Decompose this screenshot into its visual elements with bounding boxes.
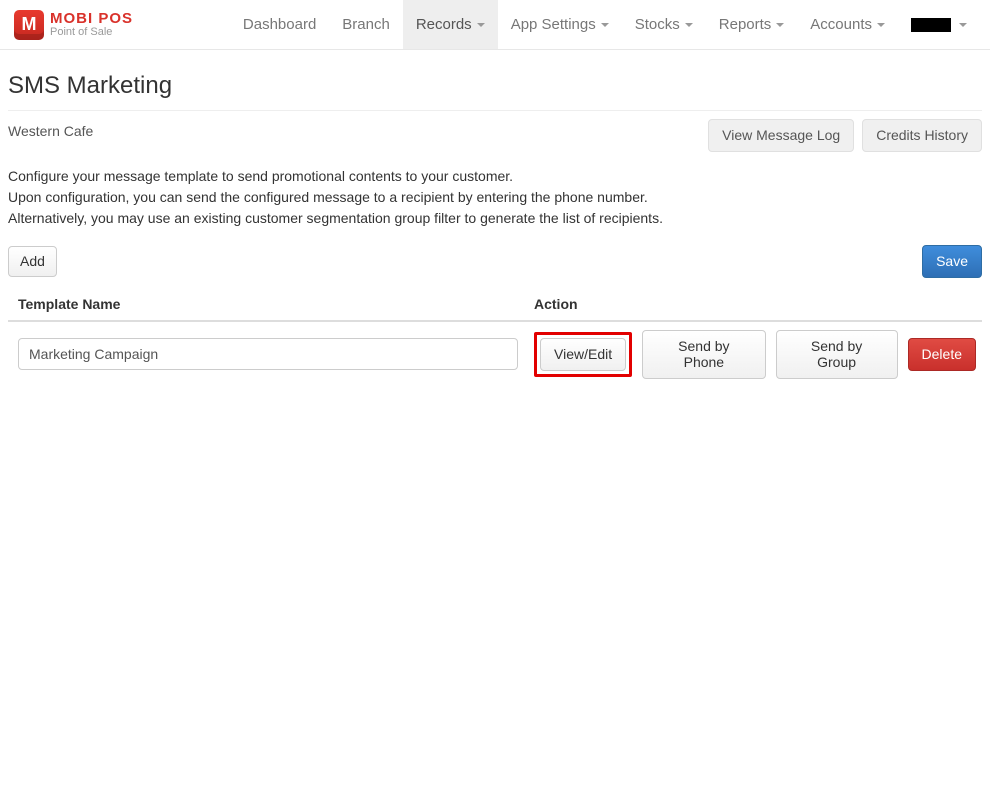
desc-line: Configure your message template to send …	[8, 166, 982, 187]
table-row: View/Edit Send by Phone Send by Group De…	[8, 321, 982, 388]
save-button[interactable]: Save	[922, 245, 982, 278]
nav-app-settings[interactable]: App Settings	[498, 0, 622, 49]
send-by-group-button[interactable]: Send by Group	[776, 330, 898, 380]
nav-label: Stocks	[635, 16, 680, 33]
nav-records[interactable]: Records	[403, 0, 498, 49]
page-title: SMS Marketing	[8, 72, 982, 100]
nav-label: Accounts	[810, 16, 872, 33]
nav-label: Reports	[719, 16, 772, 33]
nav-list: Dashboard Branch Records App Settings St…	[230, 0, 980, 49]
nav-user-menu[interactable]	[898, 0, 980, 49]
col-action: Action	[524, 288, 982, 321]
nav-reports[interactable]: Reports	[706, 0, 798, 49]
nav-branch[interactable]: Branch	[329, 0, 403, 49]
nav-dashboard[interactable]: Dashboard	[230, 0, 329, 49]
brand[interactable]: M MOBI POS Point of Sale	[8, 10, 139, 40]
chevron-down-icon	[776, 23, 784, 27]
nav-label: Branch	[342, 16, 390, 33]
nav-label: Dashboard	[243, 16, 316, 33]
brand-subtitle: Point of Sale	[50, 27, 133, 38]
template-name-input[interactable]	[18, 338, 518, 370]
branch-subtitle: Western Cafe	[8, 119, 93, 139]
highlight-annotation: View/Edit	[534, 332, 632, 377]
nav-accounts[interactable]: Accounts	[797, 0, 898, 49]
nav-label: Records	[416, 16, 472, 33]
desc-line: Alternatively, you may use an existing c…	[8, 208, 982, 229]
divider	[8, 110, 982, 111]
view-message-log-button[interactable]: View Message Log	[708, 119, 854, 152]
chevron-down-icon	[477, 23, 485, 27]
top-navbar: M MOBI POS Point of Sale Dashboard Branc…	[0, 0, 990, 50]
nav-stocks[interactable]: Stocks	[622, 0, 706, 49]
brand-logo-icon: M	[14, 10, 44, 40]
delete-button[interactable]: Delete	[908, 338, 976, 371]
credits-history-button[interactable]: Credits History	[862, 119, 982, 152]
col-template-name: Template Name	[8, 288, 524, 321]
chevron-down-icon	[877, 23, 885, 27]
brand-title: MOBI POS	[50, 11, 133, 26]
add-button[interactable]: Add	[8, 246, 57, 277]
nav-label: App Settings	[511, 16, 596, 33]
chevron-down-icon	[959, 23, 967, 27]
send-by-phone-button[interactable]: Send by Phone	[642, 330, 766, 380]
chevron-down-icon	[685, 23, 693, 27]
desc-line: Upon configuration, you can send the con…	[8, 187, 982, 208]
page-description: Configure your message template to send …	[8, 166, 982, 229]
chevron-down-icon	[601, 23, 609, 27]
view-edit-button[interactable]: View/Edit	[540, 338, 626, 371]
user-name-redacted	[911, 18, 951, 32]
brand-text: MOBI POS Point of Sale	[50, 11, 133, 38]
templates-table: Template Name Action View/Edit Send by P…	[8, 288, 982, 388]
